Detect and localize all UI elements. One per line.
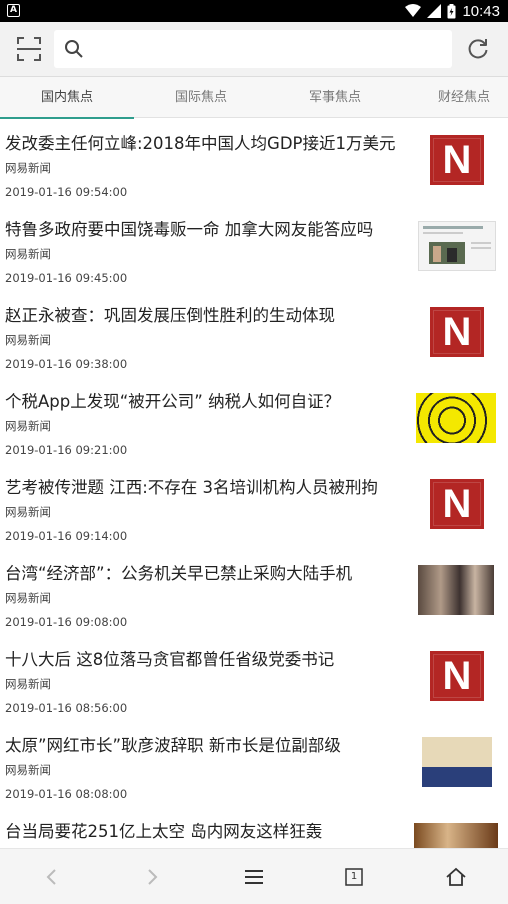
home-icon: [446, 867, 466, 886]
forward-button[interactable]: [122, 849, 182, 904]
tab-count: 1: [350, 871, 358, 882]
list-item[interactable]: 个税App上发现“被开公司” 纳税人如何自证？ 网易新闻 2019-01-16 …: [0, 376, 508, 462]
battery-icon: [447, 3, 456, 18]
list-item[interactable]: 台当局要花251亿上太空 岛内网友这样狂轰: [0, 806, 508, 848]
tab-international[interactable]: 国际焦点: [134, 77, 268, 118]
refresh-button[interactable]: [464, 35, 492, 63]
list-item[interactable]: 艺考被传泄题 江西:不存在 3名培训机构人员被刑拘 网易新闻 2019-01-1…: [0, 462, 508, 548]
news-title: 太原”网红市长”耿彦波辞职 新市长是位副部级: [5, 736, 341, 755]
news-time: 2019-01-16 09:45:00: [5, 271, 128, 285]
netease-logo-thumbnail: N: [430, 479, 484, 529]
category-tabs: 国内焦点 国际焦点 军事焦点 财经焦点: [0, 76, 508, 119]
news-title: 特鲁多政府要中国饶毒贩一命 加拿大网友能答应吗: [5, 220, 374, 239]
news-title: 台当局要花251亿上太空 岛内网友这样狂轰: [5, 822, 323, 841]
netease-logo-thumbnail: N: [430, 651, 484, 701]
list-item[interactable]: 特鲁多政府要中国饶毒贩一命 加拿大网友能答应吗 网易新闻 2019-01-16 …: [0, 204, 508, 290]
news-thumbnail: [416, 393, 496, 443]
wifi-icon: [405, 4, 422, 17]
netease-logo-thumbnail: N: [430, 307, 484, 357]
scan-icon: [17, 37, 41, 61]
news-source: 网易新闻: [5, 419, 51, 433]
netease-logo-thumbnail: N: [430, 135, 484, 185]
news-title: 艺考被传泄题 江西:不存在 3名培训机构人员被刑拘: [5, 478, 379, 497]
news-source: 网易新闻: [5, 763, 51, 777]
status-bar: A 10:43: [0, 0, 508, 22]
news-source: 网易新闻: [5, 333, 51, 347]
news-time: 2019-01-16 08:56:00: [5, 701, 128, 715]
news-title: 十八大后 这8位落马贪官都曾任省级党委书记: [5, 650, 335, 669]
list-item[interactable]: 十八大后 这8位落马贪官都曾任省级党委书记 网易新闻 2019-01-16 08…: [0, 634, 508, 720]
news-title: 发改委主任何立峰:2018年中国人均GDP接近1万美元: [5, 134, 396, 153]
news-title: 个税App上发现“被开公司” 纳税人如何自证？: [5, 392, 341, 411]
tab-domestic[interactable]: 国内焦点: [0, 77, 134, 119]
scan-button[interactable]: [14, 34, 44, 64]
news-time: 2019-01-16 09:54:00: [5, 185, 128, 199]
search-input[interactable]: [94, 34, 444, 64]
list-item[interactable]: 赵正永被查：巩固发展压倒性胜利的生动体现 网易新闻 2019-01-16 09:…: [0, 290, 508, 376]
news-source: 网易新闻: [5, 591, 51, 605]
news-source: 网易新闻: [5, 505, 51, 519]
news-time: 2019-01-16 09:08:00: [5, 615, 128, 629]
tab-finance[interactable]: 财经焦点: [404, 77, 508, 118]
news-time: 2019-01-16 08:08:00: [5, 787, 128, 801]
back-button[interactable]: [22, 849, 82, 904]
news-thumbnail: [418, 221, 496, 271]
bottom-nav: 1: [0, 848, 508, 904]
news-source: 网易新闻: [5, 161, 51, 175]
search-icon: [65, 40, 83, 58]
refresh-icon: [468, 39, 488, 59]
menu-button[interactable]: [224, 849, 284, 904]
news-source: 网易新闻: [5, 677, 51, 691]
news-time: 2019-01-16 09:14:00: [5, 529, 128, 543]
news-title: 赵正永被查：巩固发展压倒性胜利的生动体现: [5, 306, 335, 325]
news-time: 2019-01-16 09:21:00: [5, 443, 128, 457]
news-source: 网易新闻: [5, 247, 51, 261]
top-toolbar: [0, 22, 508, 76]
tab-military[interactable]: 军事焦点: [268, 77, 402, 118]
list-item[interactable]: 发改委主任何立峰:2018年中国人均GDP接近1万美元 网易新闻 2019-01…: [0, 118, 508, 204]
chevron-left-icon: [46, 869, 56, 885]
list-item[interactable]: 台湾“经济部”：公务机关早已禁止采购大陆手机 网易新闻 2019-01-16 0…: [0, 548, 508, 634]
news-time: 2019-01-16 09:38:00: [5, 357, 128, 371]
notification-icon: A: [7, 4, 20, 17]
signal-icon: [427, 4, 442, 18]
status-icons: 10:43: [405, 2, 500, 20]
news-thumbnail: [414, 823, 498, 848]
news-thumbnail: [418, 565, 494, 615]
list-item[interactable]: 太原”网红市长”耿彦波辞职 新市长是位副部级 网易新闻 2019-01-16 0…: [0, 720, 508, 806]
home-button[interactable]: [426, 849, 486, 904]
tabs-button[interactable]: 1: [324, 849, 384, 904]
search-box[interactable]: [54, 30, 452, 68]
news-title: 台湾“经济部”：公务机关早已禁止采购大陆手机: [5, 564, 353, 583]
news-thumbnail: [422, 737, 492, 787]
clock: 10:43: [462, 2, 500, 20]
menu-icon: [245, 870, 263, 884]
chevron-right-icon: [148, 869, 158, 885]
news-list: 发改委主任何立峰:2018年中国人均GDP接近1万美元 网易新闻 2019-01…: [0, 118, 508, 848]
